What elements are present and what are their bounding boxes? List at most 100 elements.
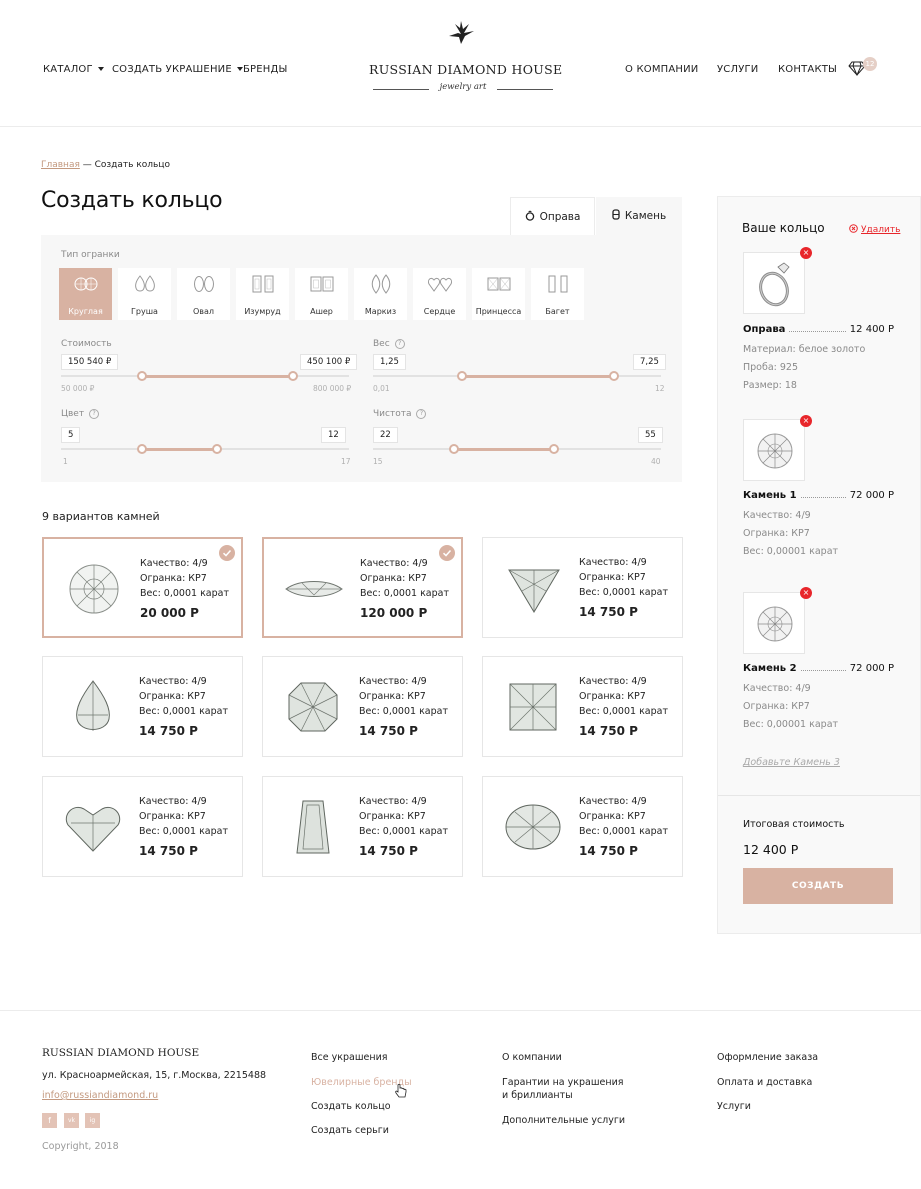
- clarity-slider-range: [454, 448, 554, 451]
- facebook-icon[interactable]: f: [42, 1113, 57, 1128]
- variant-price: 14 750 Р: [579, 724, 638, 738]
- variant-price: 14 750 Р: [359, 844, 418, 858]
- weight-to-input[interactable]: 7,25: [633, 354, 666, 370]
- create-button[interactable]: СОЗДАТЬ: [743, 868, 893, 904]
- variant-price: 14 750 Р: [359, 724, 418, 738]
- footer-email[interactable]: info@russiandiamond.ru: [42, 1089, 158, 1102]
- footer-link-ordering[interactable]: Оформление заказа: [717, 1051, 818, 1064]
- breadcrumb-separator: —: [79, 160, 95, 170]
- stone-variant-card[interactable]: Качество: 4/9 Огранка: КР7 Вес: 0,0001 кар…: [262, 537, 463, 638]
- total-value: 12 400 Р: [743, 842, 799, 857]
- cut-label: Багет: [545, 307, 570, 316]
- logo-title[interactable]: RUSSIAN DIAMOND HOUSE: [369, 62, 562, 77]
- footer-link-all-jewelry[interactable]: Все украшения: [311, 1051, 387, 1064]
- color-from-input[interactable]: 5: [61, 427, 81, 443]
- stone-variant-card[interactable]: Качество: 4/9 Огранка: КР7 Вес: 0,0001 кар…: [482, 537, 683, 638]
- cut-option-round[interactable]: Круглая: [59, 268, 112, 320]
- setting-price: 12 400 Р: [846, 324, 894, 335]
- weight-slider-min-handle[interactable]: [457, 371, 467, 381]
- tab-setting[interactable]: Оправа: [510, 197, 595, 235]
- price-slider-max-handle[interactable]: [288, 371, 298, 381]
- clarity-label-text: Чистота: [373, 409, 412, 419]
- clarity-from-input[interactable]: 22: [373, 427, 398, 443]
- cut-option-princess[interactable]: Принцесса: [472, 268, 525, 320]
- cut-option-marquise[interactable]: Маркиз: [354, 268, 407, 320]
- cut-option-oval[interactable]: Овал: [177, 268, 230, 320]
- price-from-input[interactable]: 150 540 ₽: [61, 354, 119, 370]
- variant-price: 14 750 Р: [579, 605, 638, 619]
- footer-link-extra-services[interactable]: Дополнительные услуги: [502, 1114, 625, 1127]
- variant-cut: Огранка: КР7: [139, 811, 206, 822]
- color-slider-max-handle[interactable]: [212, 444, 222, 454]
- site-header: КАТАЛОГ СОЗДАТЬ УКРАШЕНИЕ БРЕНДЫ RUSSIAN…: [0, 0, 921, 127]
- vk-icon[interactable]: vk: [64, 1113, 79, 1128]
- tab-stone[interactable]: Камень: [596, 197, 682, 235]
- variant-quality: Качество: 4/9: [579, 796, 647, 807]
- footer-link-create-ring[interactable]: Создать кольцо: [311, 1100, 391, 1113]
- remove-stone2-icon[interactable]: ×: [800, 587, 812, 599]
- cut-option-pear[interactable]: Груша: [118, 268, 171, 320]
- stone-variant-card[interactable]: Качество: 4/9 Огранка: КР7 Вес: 0,0001 кар…: [42, 537, 243, 638]
- cut-label: Сердце: [423, 307, 456, 316]
- add-stone-link[interactable]: Добавьте Камень 3: [743, 757, 840, 768]
- footer-link-create-earrings[interactable]: Создать серьги: [311, 1124, 389, 1137]
- footer-link-services[interactable]: Услуги: [717, 1100, 751, 1113]
- variant-info: Качество: 4/9 Огранка: КР7 Вес: 0,0001 кар…: [359, 674, 448, 739]
- nav-about[interactable]: О КОМПАНИИ: [625, 64, 699, 75]
- remove-setting-icon[interactable]: ×: [800, 247, 812, 259]
- instagram-icon[interactable]: ig: [85, 1113, 100, 1128]
- diamond-asscher-image: [288, 682, 338, 732]
- diamond-pear-image: [76, 680, 110, 731]
- nav-contacts[interactable]: КОНТАКТЫ: [778, 64, 837, 75]
- color-slider-range: [142, 448, 217, 451]
- footer-link-guarantees[interactable]: Гарантии на украшения и бриллианты: [502, 1076, 623, 1102]
- weight-max: 12: [655, 384, 665, 393]
- variant-cut: Огранка: КР7: [360, 573, 427, 584]
- price-to-input[interactable]: 450 100 ₽: [300, 354, 358, 370]
- help-icon[interactable]: ?: [416, 409, 427, 419]
- cut-option-asscher[interactable]: Ашер: [295, 268, 348, 320]
- weight-label: Вес?: [373, 339, 405, 349]
- stone-variant-card[interactable]: Качество: 4/9 Огранка: КР7 Вес: 0,0001 кар…: [42, 656, 243, 757]
- help-icon[interactable]: ?: [89, 409, 100, 419]
- cut-option-baguette[interactable]: Багет: [531, 268, 584, 320]
- breadcrumb-home[interactable]: Главная: [41, 160, 80, 170]
- weight-from-input[interactable]: 1,25: [373, 354, 406, 370]
- stone-variant-card[interactable]: Качество: 4/9 Огранка: КР7 Вес: 0,0001 кар…: [482, 776, 683, 877]
- hummingbird-logo-icon: [449, 21, 474, 44]
- delete-all-link[interactable]: Удалить: [849, 224, 900, 235]
- nav-create-jewelry[interactable]: СОЗДАТЬ УКРАШЕНИЕ: [112, 64, 243, 75]
- remove-stone1-icon[interactable]: ×: [800, 415, 812, 427]
- weight-slider-max-handle[interactable]: [609, 371, 619, 381]
- clarity-label: Чистота?: [373, 409, 427, 419]
- color-slider-min-handle[interactable]: [137, 444, 147, 454]
- clarity-slider-max-handle[interactable]: [549, 444, 559, 454]
- stone-variant-card[interactable]: Качество: 4/9 Огранка: КР7 Вес: 0,0001 кар…: [482, 656, 683, 757]
- stone-variant-card[interactable]: Качество: 4/9 Огранка: КР7 Вес: 0,0001 кар…: [42, 776, 243, 877]
- breadcrumb: Главная — Создать кольцо: [41, 160, 170, 170]
- clarity-to-input[interactable]: 55: [638, 427, 663, 443]
- help-icon[interactable]: ?: [394, 339, 405, 349]
- cut-label: Овал: [192, 307, 215, 316]
- footer-link-about[interactable]: О компании: [502, 1051, 562, 1064]
- stone-variant-card[interactable]: Качество: 4/9 Огранка: КР7 Вес: 0,0001 кар…: [262, 656, 463, 757]
- breadcrumb-current: Создать кольцо: [94, 160, 170, 170]
- cut-label: Ашер: [310, 307, 333, 316]
- color-to-input[interactable]: 12: [321, 427, 346, 443]
- nav-brands[interactable]: БРЕНДЫ: [243, 64, 288, 75]
- cut-option-emerald[interactable]: Изумруд: [236, 268, 289, 320]
- variant-cut: Огранка: КР7: [579, 811, 646, 822]
- price-slider-min-handle[interactable]: [137, 371, 147, 381]
- price-slider-range: [142, 375, 293, 378]
- nav-services[interactable]: УСЛУГИ: [717, 64, 758, 75]
- nav-catalog[interactable]: КАТАЛОГ: [43, 64, 104, 75]
- round-diamond-image: [757, 433, 793, 469]
- variant-info: Качество: 4/9 Огранка: КР7 Вес: 0,0001 кар…: [359, 794, 448, 859]
- clarity-slider-min-handle[interactable]: [449, 444, 459, 454]
- cut-option-heart[interactable]: Сердце: [413, 268, 466, 320]
- variant-price: 14 750 Р: [579, 844, 638, 858]
- color-label-text: Цвет: [61, 409, 85, 419]
- footer-link-payment[interactable]: Оплата и доставка: [717, 1076, 812, 1089]
- color-min: 1: [63, 457, 68, 466]
- stone-variant-card[interactable]: Качество: 4/9 Огранка: КР7 Вес: 0,0001 кар…: [262, 776, 463, 877]
